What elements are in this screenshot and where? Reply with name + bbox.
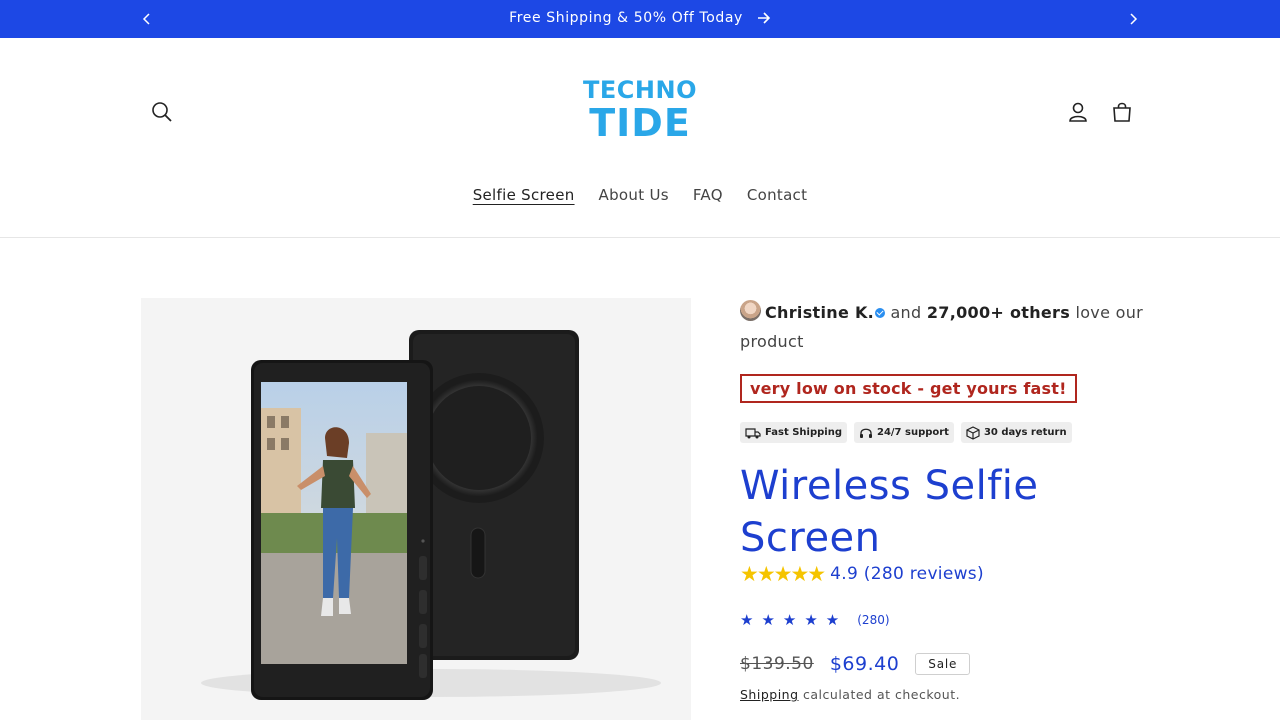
search-icon	[152, 102, 172, 122]
blue-stars-icon: ★★★★★	[740, 611, 848, 629]
account-button[interactable]	[1064, 98, 1092, 126]
site-logo[interactable]: TECHNO TIDE	[560, 78, 720, 142]
headset-icon	[859, 428, 872, 438]
cart-button[interactable]	[1108, 98, 1136, 126]
logo-line-1: TECHNO	[583, 76, 697, 104]
product-rating[interactable]: ★★★★★ 4.9 (280 reviews)	[740, 562, 984, 586]
badge-returns: 30 days return	[960, 422, 1072, 443]
arrow-right-icon	[757, 12, 771, 24]
nav-item-about-us[interactable]: About Us	[599, 186, 669, 204]
verified-badge-icon	[875, 308, 886, 318]
social-proof-and: and	[890, 303, 922, 322]
product-image[interactable]	[141, 298, 691, 720]
announcement-message: Free Shipping & 50% Off Today	[0, 10, 1280, 26]
badge-fast-shipping: Fast Shipping	[740, 422, 847, 443]
rating-text: 4.9 (280 reviews)	[830, 564, 984, 584]
reviewer-avatar	[740, 300, 761, 321]
selfie-screen-product-photo	[141, 298, 691, 720]
product-info: Christine K. and 27,000+ others love our…	[740, 298, 1160, 702]
next-announcement-button[interactable]	[1123, 9, 1143, 29]
social-proof: Christine K. and 27,000+ others love our…	[740, 298, 1160, 356]
truck-icon	[745, 427, 761, 438]
review-widget-rating[interactable]: ★★★★★ (280)	[740, 611, 890, 629]
logo-line-2: TIDE	[589, 101, 691, 145]
shipping-note: Shipping calculated at checkout.	[740, 687, 960, 702]
badge-label: Fast Shipping	[765, 427, 842, 438]
shipping-link[interactable]: Shipping	[740, 687, 799, 702]
main-nav: Selfie Screen About Us FAQ Contact	[0, 186, 1280, 204]
social-proof-count: 27,000+ others	[926, 303, 1071, 322]
badge-label: 30 days return	[983, 427, 1067, 438]
review-count: (280)	[857, 613, 890, 627]
badge-support: 24/7 support	[853, 422, 954, 443]
bag-icon	[1113, 102, 1131, 122]
nav-item-contact[interactable]: Contact	[747, 186, 807, 204]
box-icon	[966, 425, 980, 440]
site-header: TECHNO TIDE Selfie Screen About Us FAQ C…	[0, 38, 1280, 238]
stock-warning: very low on stock - get yours fast!	[740, 374, 1077, 403]
announcement-text[interactable]: Free Shipping & 50% Off Today	[509, 10, 743, 26]
sale-price: $69.40	[829, 653, 900, 675]
price-row: $139.50 $69.40 Sale	[740, 653, 971, 675]
chevron-right-icon	[1130, 13, 1138, 25]
nav-item-selfie-screen[interactable]: Selfie Screen	[473, 186, 575, 204]
search-button[interactable]	[148, 98, 176, 126]
nav-item-faq[interactable]: FAQ	[693, 186, 723, 204]
feature-badges: Fast Shipping 24/7 support 30 days retur…	[740, 422, 1072, 443]
regular-price: $139.50	[740, 654, 814, 674]
product-title: Wireless Selfie Screen	[740, 463, 1039, 561]
reviewer-name: Christine K.	[765, 303, 875, 322]
sale-badge: Sale	[915, 653, 971, 675]
user-icon	[1069, 102, 1087, 122]
announcement-bar: Free Shipping & 50% Off Today	[0, 0, 1280, 38]
gold-stars-icon: ★★★★★	[740, 562, 826, 586]
shipping-suffix: calculated at checkout.	[803, 687, 961, 702]
badge-label: 24/7 support	[876, 427, 949, 438]
